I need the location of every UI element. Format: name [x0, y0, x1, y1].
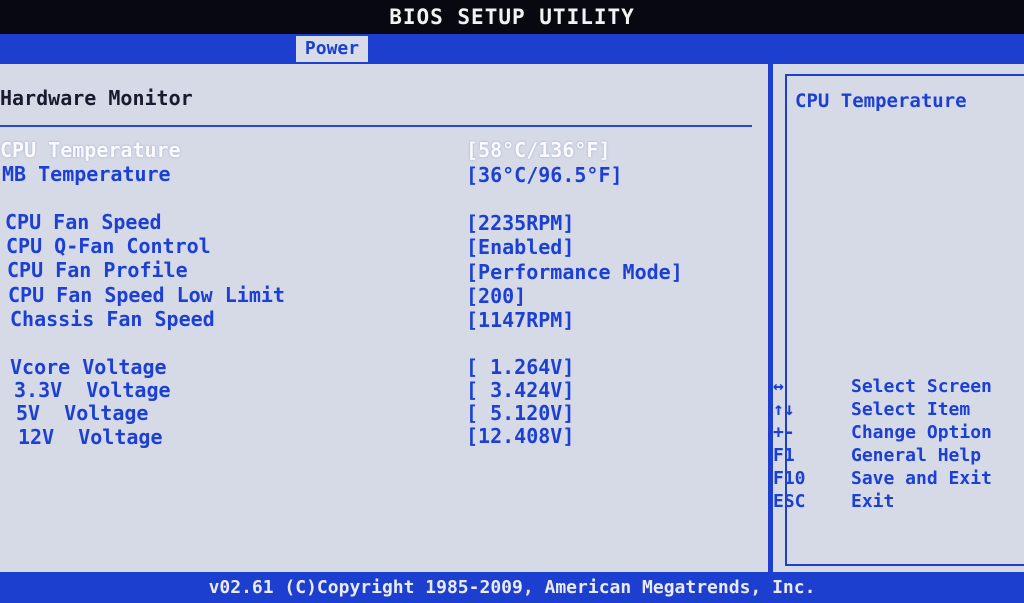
- key-legend: ↔ Select Screen ↑↓ Select Item +- Change…: [773, 376, 1024, 516]
- section-title: Hardware Monitor: [0, 86, 193, 110]
- setting-value-cpu-q-fan-control[interactable]: [Enabled]: [466, 235, 574, 259]
- key-f10: F10: [773, 468, 806, 489]
- setting-label-cpu-temperature[interactable]: CPU Temperature: [0, 138, 181, 162]
- setting-value-3-3v-voltage[interactable]: [ 3.424V]: [466, 378, 574, 402]
- key-desc-general-help: General Help: [851, 445, 982, 466]
- setting-label-3-3v-voltage[interactable]: 3.3V Voltage: [14, 378, 171, 402]
- key-esc: ESC: [773, 491, 806, 512]
- setting-value-cpu-temperature[interactable]: [58°C/136°F]: [466, 138, 611, 162]
- key-desc-exit: Exit: [851, 491, 895, 512]
- setting-label-mb-temperature[interactable]: MB Temperature: [2, 162, 171, 186]
- up-down-arrow-icon: ↑↓: [773, 399, 795, 420]
- app-title: BIOS SETUP UTILITY: [0, 0, 1024, 34]
- left-right-arrow-icon: ↔: [773, 376, 784, 397]
- setting-label-cpu-fan-speed[interactable]: CPU Fan Speed: [5, 210, 162, 234]
- setting-label-12v-voltage[interactable]: 12V Voltage: [18, 425, 163, 449]
- setting-label-cpu-fan-profile[interactable]: CPU Fan Profile: [7, 258, 188, 282]
- tab-bar: Power: [0, 34, 1024, 64]
- setting-label-5v-voltage[interactable]: 5V Voltage: [16, 401, 148, 425]
- setting-label-cpu-fan-speed-low-limit[interactable]: CPU Fan Speed Low Limit: [8, 283, 285, 307]
- setting-label-vcore-voltage[interactable]: Vcore Voltage: [10, 355, 167, 379]
- setting-label-chassis-fan-speed[interactable]: Chassis Fan Speed: [10, 307, 215, 331]
- setting-value-cpu-fan-speed-low-limit[interactable]: [200]: [466, 284, 526, 308]
- setting-label-cpu-q-fan-control[interactable]: CPU Q-Fan Control: [6, 234, 211, 258]
- help-panel: CPU Temperature ↔ Select Screen ↑↓ Selec…: [773, 64, 1024, 572]
- section-divider: [0, 125, 752, 127]
- tab-power[interactable]: Power: [296, 36, 368, 62]
- setting-value-cpu-fan-profile[interactable]: [Performance Mode]: [466, 260, 683, 284]
- setting-value-chassis-fan-speed[interactable]: [1147RPM]: [466, 308, 574, 332]
- main-panel: Hardware Monitor CPU Temperature [58°C/1…: [0, 64, 768, 572]
- copyright-footer: v02.61 (C)Copyright 1985-2009, American …: [0, 572, 1024, 603]
- setting-value-5v-voltage[interactable]: [ 5.120V]: [466, 401, 574, 425]
- setting-value-vcore-voltage[interactable]: [ 1.264V]: [466, 355, 574, 379]
- key-desc-select-screen: Select Screen: [851, 376, 992, 397]
- key-desc-save-and-exit: Save and Exit: [851, 468, 992, 489]
- setting-value-12v-voltage[interactable]: [12.408V]: [466, 424, 574, 448]
- plus-minus-icon: +-: [773, 422, 795, 443]
- key-desc-select-item: Select Item: [851, 399, 971, 420]
- setting-value-mb-temperature[interactable]: [36°C/96.5°F]: [466, 163, 623, 187]
- setting-value-cpu-fan-speed[interactable]: [2235RPM]: [466, 211, 574, 235]
- key-f1: F1: [773, 445, 795, 466]
- key-desc-change-option: Change Option: [851, 422, 992, 443]
- help-title: CPU Temperature: [795, 90, 967, 112]
